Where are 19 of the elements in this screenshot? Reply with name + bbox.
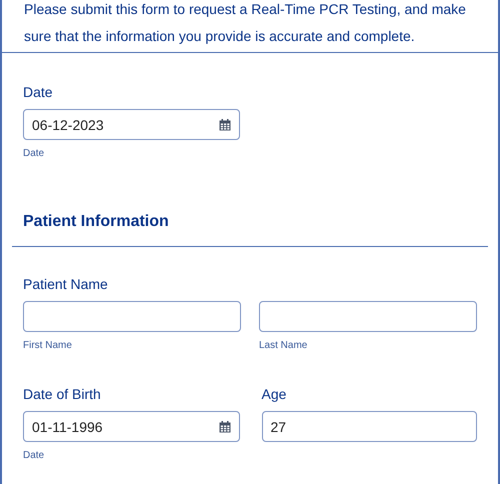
date-value: 06-12-2023 [32, 116, 104, 132]
field-label: Date of Birth [23, 386, 102, 402]
field-label: Patient Name [23, 276, 109, 292]
date-value: 01-11-1996 [32, 418, 103, 434]
intro-text: Please submit this form to request a Real-Time PCR Testing, and make sure that the information you provide is accurate and complete. [24, 0, 467, 46]
field-sublabel: Date [23, 148, 46, 159]
calendar-icon[interactable] [218, 420, 230, 432]
text-field[interactable] [259, 301, 477, 332]
text-field[interactable] [23, 301, 241, 332]
age-field[interactable]: 27 [262, 411, 477, 442]
field-sublabel: First Name [23, 340, 73, 351]
field-label: Age [262, 386, 288, 402]
date-field[interactable]: 06-12-2023 [23, 109, 240, 140]
field-sublabel: Last Name [259, 340, 308, 351]
calendar-icon[interactable] [219, 118, 231, 130]
field-label: Date [23, 84, 54, 100]
section-title: Patient Information [23, 213, 170, 231]
field-sublabel: Date [23, 450, 46, 461]
date-field[interactable]: 01-11-1996 [23, 411, 240, 442]
